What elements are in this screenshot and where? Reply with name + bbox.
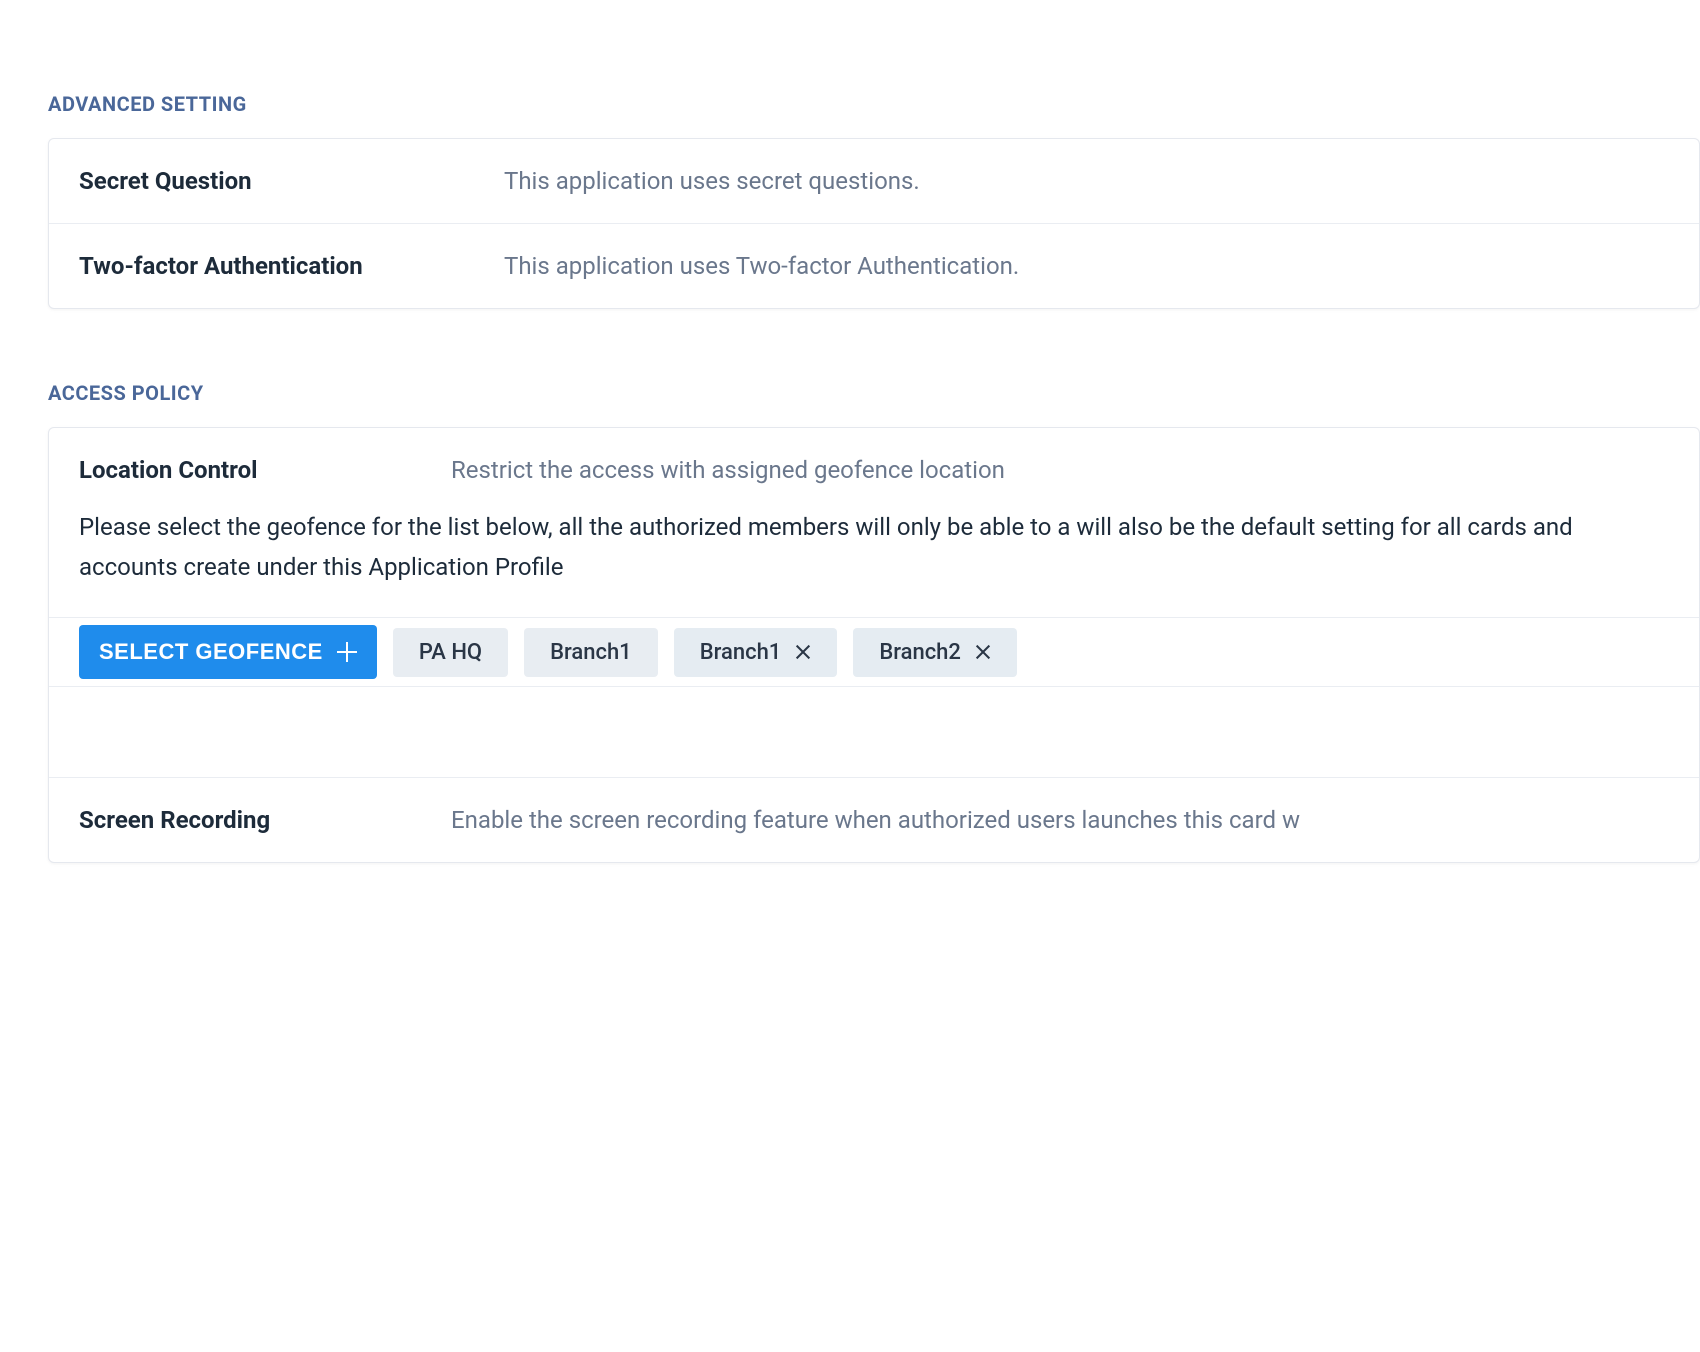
close-icon[interactable] [795, 644, 811, 660]
plus-icon [337, 642, 357, 662]
screen-recording-desc: Enable the screen recording feature when… [451, 806, 1300, 834]
advanced-setting-header: ADVANCED SETTING [48, 92, 1700, 116]
geofence-chip[interactable]: Branch1 [524, 628, 658, 677]
access-policy-header: ACCESS POLICY [48, 381, 1700, 405]
geofence-chip[interactable]: PA HQ [393, 628, 508, 677]
screen-recording-row[interactable]: Screen Recording Enable the screen recor… [49, 778, 1699, 862]
access-policy-card: Location Control Restrict the access wit… [48, 427, 1700, 863]
location-control-desc: Restrict the access with assigned geofen… [451, 456, 1005, 484]
location-control-label: Location Control [79, 456, 451, 484]
close-icon[interactable] [975, 644, 991, 660]
location-control-body: Please select the geofence for the list … [49, 494, 1699, 617]
geofence-chip-label: Branch1 [700, 640, 782, 665]
two-factor-label: Two-factor Authentication [79, 252, 504, 280]
select-geofence-button[interactable]: SELECT GEOFENCE [79, 625, 377, 679]
geofence-chips-row: SELECT GEOFENCE PA HQ Branch1 Branch1 Br… [49, 617, 1699, 687]
geofence-chip-label: Branch2 [879, 640, 961, 665]
advanced-setting-card: Secret Question This application uses se… [48, 138, 1700, 309]
spacer [49, 687, 1699, 777]
geofence-chip[interactable]: Branch1 [674, 628, 838, 677]
geofence-chip-label: PA HQ [419, 640, 482, 665]
geofence-chip[interactable]: Branch2 [853, 628, 1017, 677]
two-factor-row[interactable]: Two-factor Authentication This applicati… [49, 224, 1699, 308]
select-geofence-button-label: SELECT GEOFENCE [99, 639, 323, 665]
two-factor-desc: This application uses Two-factor Authent… [504, 252, 1019, 280]
advanced-setting-section: ADVANCED SETTING Secret Question This ap… [48, 92, 1700, 309]
location-control-row: Location Control Restrict the access wit… [49, 428, 1699, 494]
secret-question-label: Secret Question [79, 167, 504, 195]
secret-question-row[interactable]: Secret Question This application uses se… [49, 139, 1699, 224]
secret-question-desc: This application uses secret questions. [504, 167, 920, 195]
geofence-chip-label: Branch1 [550, 640, 632, 665]
screen-recording-label: Screen Recording [79, 806, 451, 834]
access-policy-section: ACCESS POLICY Location Control Restrict … [48, 381, 1700, 863]
